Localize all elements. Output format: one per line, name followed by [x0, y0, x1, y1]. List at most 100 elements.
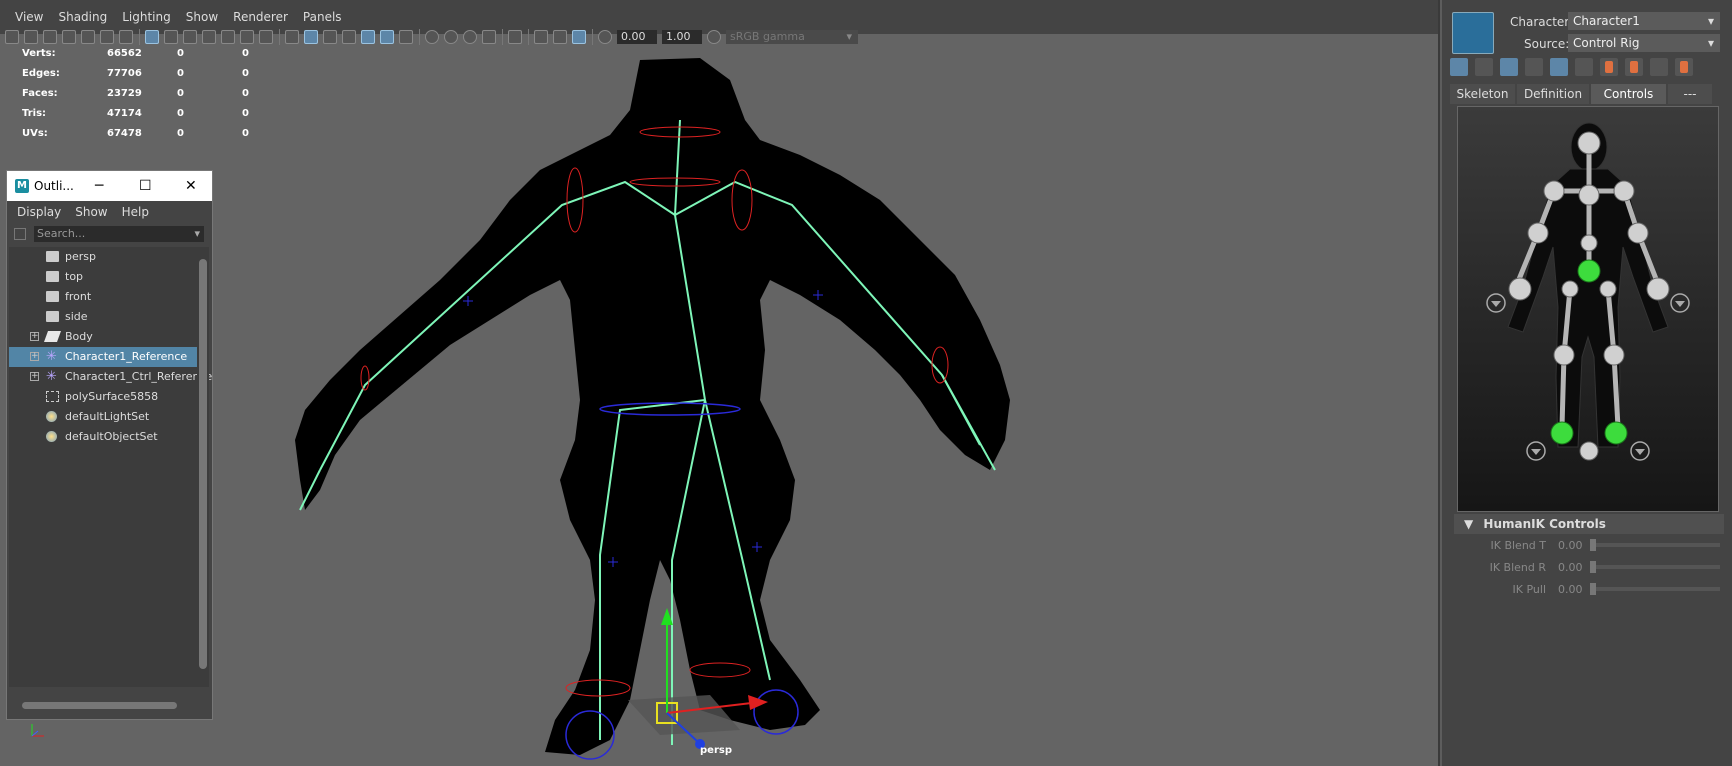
exposure-icon[interactable]: [598, 30, 612, 44]
tab-controls[interactable]: Controls: [1591, 84, 1666, 104]
anti-alias-icon[interactable]: [572, 30, 586, 44]
expand-icon[interactable]: +: [30, 372, 39, 381]
humanik-figure-view[interactable]: [1457, 106, 1719, 512]
grid-icon[interactable]: [145, 30, 159, 44]
safe-action-icon[interactable]: [240, 30, 254, 44]
joint-icon: ✳: [46, 349, 57, 364]
camera-icon: [46, 291, 59, 302]
list-item[interactable]: + ✳ Character1_Reference: [9, 347, 197, 367]
list-item[interactable]: defaultObjectSet: [9, 427, 197, 447]
slider-handle[interactable]: [1590, 561, 1596, 573]
film-gate-icon[interactable]: [164, 30, 178, 44]
list-item[interactable]: polySurface5858: [9, 387, 197, 407]
image-plane-icon[interactable]: [62, 30, 76, 44]
humanik-body-map[interactable]: [1458, 107, 1718, 511]
xray-joints-icon[interactable]: [444, 30, 458, 44]
ik-blend-t-value[interactable]: 0.00: [1558, 539, 1583, 552]
list-item[interactable]: defaultLightSet: [9, 407, 197, 427]
select-camera-icon[interactable]: [5, 30, 19, 44]
slider-handle[interactable]: [1590, 539, 1596, 551]
wireframe-icon[interactable]: [285, 30, 299, 44]
viewport[interactable]: View Shading Lighting Show Renderer Pane…: [0, 0, 1440, 766]
default-material-icon[interactable]: [323, 30, 337, 44]
list-item[interactable]: + ✳ Character1_Ctrl_Reference: [9, 367, 212, 387]
view-transform-select[interactable]: sRGB gamma: [726, 30, 858, 44]
collapse-icon[interactable]: ▼: [1464, 517, 1473, 531]
ik-blend-r-slider[interactable]: [1590, 565, 1720, 569]
expand-icon[interactable]: +: [30, 352, 39, 361]
smooth-shade-icon[interactable]: [304, 30, 318, 44]
grease-pencil-icon[interactable]: [100, 30, 114, 44]
key-full-body-icon[interactable]: [1600, 58, 1618, 76]
2d-pan-zoom-icon[interactable]: [81, 30, 95, 44]
menu-renderer[interactable]: Renderer: [233, 10, 288, 24]
edit-icon[interactable]: [1450, 58, 1468, 76]
motion-blur-icon[interactable]: [553, 30, 567, 44]
body-part-icon[interactable]: [1550, 58, 1568, 76]
pin-icon[interactable]: [1475, 58, 1493, 76]
humanik-controls-header[interactable]: ▼ HumanIK Controls: [1454, 514, 1724, 534]
selection-icon[interactable]: [1575, 58, 1593, 76]
backface-icon[interactable]: [482, 30, 496, 44]
textured-icon[interactable]: [361, 30, 375, 44]
list-item[interactable]: top: [9, 267, 197, 287]
key-selection-icon[interactable]: [1650, 58, 1668, 76]
camera-attributes-icon[interactable]: [24, 30, 38, 44]
hud-label: Faces:: [22, 88, 58, 99]
ik-blend-r-value[interactable]: 0.00: [1558, 561, 1583, 574]
minimize-icon[interactable]: ─: [95, 178, 103, 194]
tab-skeleton[interactable]: Skeleton: [1450, 84, 1515, 104]
list-item[interactable]: + Body: [9, 327, 197, 347]
shadows-icon[interactable]: [399, 30, 413, 44]
list-item[interactable]: front: [9, 287, 197, 307]
xray-active-icon[interactable]: [463, 30, 477, 44]
field-chart-icon[interactable]: [221, 30, 235, 44]
outliner-titlebar[interactable]: M Outli... ─ ☐ ✕: [7, 171, 212, 201]
horizontal-scrollbar[interactable]: [12, 699, 194, 711]
menu-display[interactable]: Display: [17, 205, 61, 219]
menu-help[interactable]: Help: [122, 205, 149, 219]
scrollbar-thumb[interactable]: [22, 702, 177, 709]
exposure-field[interactable]: 0.00: [617, 30, 657, 44]
filter-icon[interactable]: [14, 228, 26, 240]
bookmarks-icon[interactable]: [43, 30, 57, 44]
xray-icon[interactable]: [425, 30, 439, 44]
list-item[interactable]: side: [9, 307, 197, 327]
menu-shading[interactable]: Shading: [58, 10, 107, 24]
hud-value: 0: [242, 128, 249, 139]
tab-more[interactable]: ---: [1668, 84, 1712, 104]
resolution-gate-icon[interactable]: [183, 30, 197, 44]
menu-show[interactable]: Show: [75, 205, 107, 219]
menu-lighting[interactable]: Lighting: [122, 10, 171, 24]
skeleton-icon[interactable]: [1500, 58, 1518, 76]
lighting-icon[interactable]: [380, 30, 394, 44]
scrollbar-thumb[interactable]: [199, 259, 207, 669]
safe-title-icon[interactable]: [259, 30, 273, 44]
list-item[interactable]: persp: [9, 247, 197, 267]
isolate-select-icon[interactable]: [508, 30, 522, 44]
grease-pencil-icon[interactable]: [119, 30, 133, 44]
ik-blend-t-slider[interactable]: [1590, 543, 1720, 547]
key-body-part-icon[interactable]: [1625, 58, 1643, 76]
gate-mask-icon[interactable]: [202, 30, 216, 44]
wireframe-on-shaded-icon[interactable]: [342, 30, 356, 44]
ik-pull-value[interactable]: 0.00: [1558, 583, 1583, 596]
tab-definition[interactable]: Definition: [1517, 84, 1589, 104]
menu-show[interactable]: Show: [186, 10, 218, 24]
slider-handle[interactable]: [1590, 583, 1596, 595]
expand-icon[interactable]: +: [30, 332, 39, 341]
ik-pull-slider[interactable]: [1590, 587, 1720, 591]
color-management-icon[interactable]: [707, 30, 721, 44]
hud-icon[interactable]: [534, 30, 548, 44]
full-body-icon[interactable]: [1525, 58, 1543, 76]
close-icon[interactable]: ✕: [185, 178, 197, 194]
stance-icon[interactable]: [1675, 58, 1693, 76]
character-select[interactable]: Character1: [1568, 12, 1720, 30]
gamma-field[interactable]: 1.00: [662, 30, 702, 44]
menu-view[interactable]: View: [15, 10, 43, 24]
maximize-icon[interactable]: ☐: [139, 178, 152, 194]
menu-panels[interactable]: Panels: [303, 10, 342, 24]
source-select[interactable]: Control Rig: [1568, 34, 1720, 52]
vertical-scrollbar[interactable]: [197, 247, 209, 687]
search-input[interactable]: Search...: [34, 226, 204, 242]
